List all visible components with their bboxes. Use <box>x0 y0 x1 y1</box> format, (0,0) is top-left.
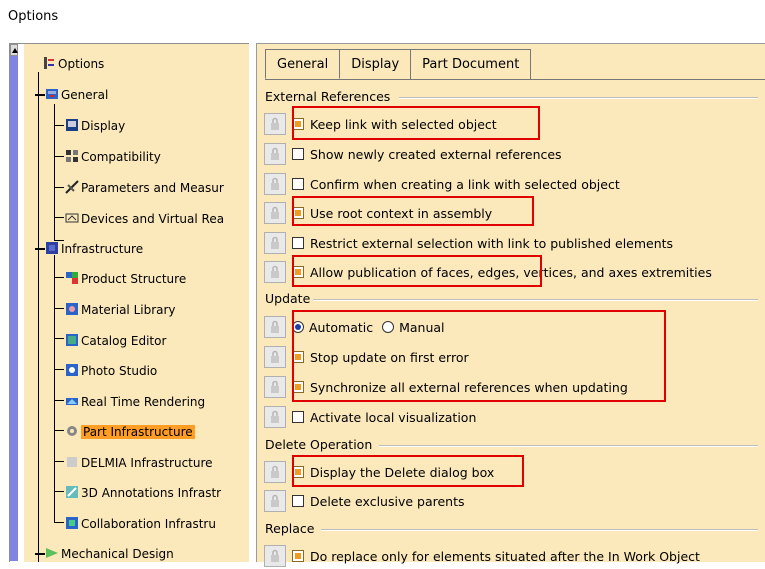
options-tree: Options General Display Compatibility Pa… <box>24 44 249 562</box>
radio-manual[interactable] <box>382 321 395 333</box>
collaboration-icon <box>66 517 78 529</box>
general-icon <box>46 89 58 99</box>
option-keep-link: Keep link with selected object <box>264 111 497 137</box>
checkbox-display-delete-dialog[interactable] <box>292 466 304 478</box>
checkbox-root-context[interactable] <box>292 207 304 219</box>
infrastructure-icon <box>46 242 58 254</box>
tree-item-catalog-editor[interactable]: Catalog Editor <box>65 333 166 348</box>
checkbox-synchronize[interactable] <box>292 381 304 393</box>
options-tree-panel: Options General Display Compatibility Pa… <box>9 43 249 562</box>
checkbox-allow-publication[interactable] <box>292 266 304 278</box>
options-content-panel: General Display Part Document External R… <box>256 43 765 567</box>
scroll-up-arrow-icon[interactable] <box>10 44 18 56</box>
section-title-update: Update <box>265 291 311 306</box>
section-title-replace: Replace <box>265 521 315 536</box>
tree-item-devices[interactable]: Devices and Virtual Rea <box>65 211 224 226</box>
tree-item-general[interactable]: General <box>35 87 108 102</box>
tree-item-collaboration[interactable]: Collaboration Infrastru <box>65 516 216 531</box>
option-show-new-references: Show newly created external references <box>264 141 562 167</box>
tree-root-options[interactable]: Options <box>42 56 104 71</box>
option-delete-exclusive-parents: Delete exclusive parents <box>264 488 465 514</box>
checkbox-stop-update[interactable] <box>292 351 304 363</box>
tree-scrollbar[interactable] <box>10 44 18 561</box>
photo-studio-icon <box>66 364 78 376</box>
annotations-icon <box>66 486 78 498</box>
material-library-icon <box>66 303 78 315</box>
product-structure-icon <box>66 272 78 284</box>
tree-item-photo-studio[interactable]: Photo Studio <box>65 363 157 378</box>
option-update-mode: Automatic Manual <box>264 314 445 340</box>
collapse-icon[interactable] <box>35 248 45 250</box>
lock-icon[interactable] <box>264 232 286 254</box>
devices-icon <box>65 213 79 223</box>
delmia-icon <box>67 457 77 467</box>
tree-item-mechanical-design[interactable]: Mechanical Design <box>35 546 174 561</box>
lock-icon[interactable] <box>264 461 286 483</box>
lock-icon[interactable] <box>264 346 286 368</box>
checkbox-restrict-selection[interactable] <box>292 237 304 249</box>
section-title-delete-operation: Delete Operation <box>265 437 373 452</box>
tree-item-material-library[interactable]: Material Library <box>65 302 176 317</box>
option-confirm-link: Confirm when creating a link with select… <box>264 171 620 197</box>
lock-icon[interactable] <box>264 113 286 135</box>
part-infrastructure-icon <box>67 426 77 436</box>
options-icon <box>44 57 54 69</box>
tree-item-parameters[interactable]: Parameters and Measur <box>65 180 224 195</box>
tab-general[interactable]: General <box>265 49 341 79</box>
expand-icon[interactable] <box>35 553 45 555</box>
option-root-context: Use root context in assembly <box>264 200 492 226</box>
tree-item-3d-annotations[interactable]: 3D Annotations Infrastr <box>65 485 221 500</box>
checkbox-local-visualization[interactable] <box>292 411 304 423</box>
checkbox-confirm-link[interactable] <box>292 178 304 190</box>
option-allow-publication: Allow publication of faces, edges, verti… <box>264 259 712 285</box>
lock-icon[interactable] <box>264 173 286 195</box>
catalog-editor-icon <box>66 334 78 346</box>
lock-icon[interactable] <box>264 261 286 283</box>
checkbox-keep-link[interactable] <box>292 118 304 130</box>
lock-icon[interactable] <box>264 376 286 398</box>
tab-part-document[interactable]: Part Document <box>410 49 532 79</box>
real-time-rendering-icon <box>66 398 78 405</box>
tree-item-real-time-rendering[interactable]: Real Time Rendering <box>65 394 205 409</box>
lock-icon[interactable] <box>264 545 286 567</box>
tree-item-part-infrastructure[interactable]: Part Infrastructure <box>65 424 195 439</box>
option-stop-update: Stop update on first error <box>264 344 469 370</box>
compatibility-icon <box>66 150 78 162</box>
tab-display[interactable]: Display <box>339 49 412 79</box>
checkbox-delete-exclusive-parents[interactable] <box>292 495 304 507</box>
display-icon <box>66 119 78 131</box>
parameters-icon <box>65 180 79 194</box>
tree-item-infrastructure[interactable]: Infrastructure <box>35 241 143 256</box>
lock-icon[interactable] <box>264 202 286 224</box>
lock-icon[interactable] <box>264 316 286 338</box>
collapse-icon[interactable] <box>35 94 45 96</box>
option-local-visualization: Activate local visualization <box>264 404 476 430</box>
radio-automatic[interactable] <box>292 321 304 333</box>
tree-item-delmia-infrastructure[interactable]: DELMIA Infrastructure <box>65 455 213 470</box>
option-display-delete-dialog: Display the Delete dialog box <box>264 459 494 485</box>
option-replace-after-iwo: Do replace only for elements situated af… <box>264 543 700 569</box>
tree-item-product-structure[interactable]: Product Structure <box>65 271 186 286</box>
tab-bar: General Display Part Document <box>265 49 532 79</box>
checkbox-show-new-references[interactable] <box>292 148 304 160</box>
lock-icon[interactable] <box>264 143 286 165</box>
checkbox-replace-after-iwo[interactable] <box>292 550 304 562</box>
mechanical-design-icon <box>46 548 58 558</box>
tree-item-compatibility[interactable]: Compatibility <box>65 149 161 164</box>
option-synchronize: Synchronize all external references when… <box>264 374 628 400</box>
lock-icon[interactable] <box>264 406 286 428</box>
section-title-external-references: External References <box>265 89 391 104</box>
dialog-title: Options <box>8 9 59 24</box>
tree-item-display[interactable]: Display <box>65 118 125 133</box>
option-restrict-selection: Restrict external selection with link to… <box>264 230 673 256</box>
lock-icon[interactable] <box>264 490 286 512</box>
